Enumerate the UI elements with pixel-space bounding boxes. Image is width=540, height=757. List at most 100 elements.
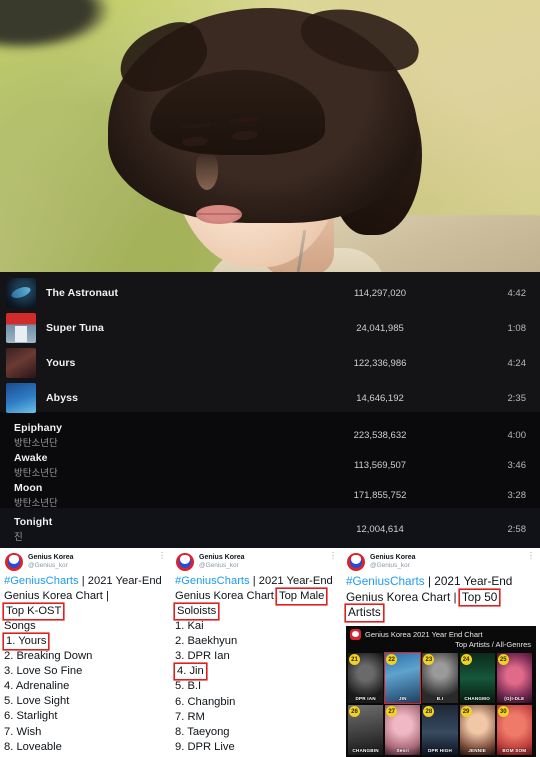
track-plays: 114,297,020 (353, 287, 407, 299)
track-title-group: Abyss (46, 392, 300, 404)
tweet-text-line2: Genius Korea Chart (175, 589, 277, 602)
track-row[interactable]: Epiphany 방탄소년단 223,538,632 4:00 (0, 420, 540, 450)
artist-grid: 21 DPR IAN 22 JIN 23 B.I 24 CHANGMO 25 (… (346, 652, 536, 757)
avatar[interactable] (347, 553, 365, 571)
list-item: 1. Yours (4, 634, 167, 649)
artist-cell[interactable]: 21 DPR IAN (348, 653, 384, 703)
track-title: Super Tuna (46, 322, 104, 334)
tweet-header: Genius Korea @Genius_kor ⋮ (0, 548, 171, 572)
tweet-text: #GeniusCharts | 2021 Year-End Genius Kor… (171, 572, 342, 757)
track-plays: 24,041,985 (356, 322, 404, 334)
highlight-top-50: Top 50 (461, 589, 498, 604)
artist-cell[interactable]: 24 CHANGMO (459, 653, 495, 703)
track-row[interactable]: Tonight 진 12,004,614 2:58 (0, 514, 540, 544)
highlight-soloists: Soloists (177, 604, 217, 617)
artist-cell[interactable]: 26 CHANGBIN (348, 705, 384, 755)
tweet-text-part1: | 2021 Year-End (249, 575, 333, 587)
tweet-card-top-male-soloists[interactable]: Genius Korea @Genius_kor ⋮ #GeniusCharts… (171, 548, 342, 757)
track-title-group: Awake 방탄소년단 (14, 452, 300, 479)
tweet-text-line2: Genius Korea Chart | (4, 589, 109, 602)
tweet-text-part1: | 2021 Year-End (78, 575, 162, 587)
track-title-group: Tonight 진 (14, 516, 300, 543)
more-options-icon[interactable]: ⋮ (158, 552, 166, 560)
track-title-group: Epiphany 방탄소년단 (14, 422, 300, 449)
account-handle: @Genius_kor (28, 562, 68, 570)
tweet-header: Genius Korea @Genius_kor ⋮ (342, 548, 540, 572)
tweet-card-top-kost[interactable]: Genius Korea @Genius_kor ⋮ #GeniusCharts… (0, 548, 171, 757)
track-row[interactable]: Abyss 14,646,192 2:35 (0, 382, 540, 414)
track-duration: 3:46 (507, 459, 527, 471)
account-name: Genius Korea (28, 554, 74, 562)
rank-badge: 30 (497, 706, 509, 717)
tweet-chart-list: 1. Kai 2. Baekhyun 3. DPR Ian 4. Jin 5. … (175, 619, 338, 757)
tweet-chart-list: 1. Yours 2. Breaking Down 3. Love So Fin… (4, 634, 167, 757)
album-art-icon (6, 278, 36, 308)
track-row[interactable]: Yours 122,336,986 4:24 (0, 347, 540, 379)
artist-name: BOM SOM (502, 748, 527, 753)
avatar[interactable] (5, 553, 23, 571)
track-plays: 113,569,507 (353, 459, 407, 471)
chart-image-header: Genius Korea 2021 Year End Chart (346, 626, 536, 640)
track-artist: 진 (14, 531, 23, 543)
list-item: 3. Love So Fine (4, 664, 83, 677)
artist-cell[interactable]: 27 Seori (385, 705, 421, 755)
artist-cell-selected[interactable]: 22 JIN (384, 652, 422, 704)
track-title: Awake (14, 451, 48, 464)
artist-cell[interactable]: 25 (G)I-DLE (496, 653, 532, 703)
track-title: Epiphany (14, 421, 63, 434)
photo-corner-shadow (0, 0, 110, 50)
tweet-row: Genius Korea @Genius_kor ⋮ #GeniusCharts… (0, 548, 540, 757)
more-options-icon[interactable]: ⋮ (527, 552, 535, 560)
rank-badge: 24 (460, 654, 472, 665)
artist-name: CHANGMO (464, 696, 490, 701)
track-plays: 171,855,752 (353, 489, 407, 501)
account-handle: @Genius_kor (370, 562, 410, 570)
track-artist: 방탄소년단 (14, 467, 58, 479)
artist-name: DPR HIGH (427, 748, 452, 753)
artist-name: JENNIE (468, 748, 487, 753)
hero-photo (0, 0, 540, 272)
account-name: Genius Korea (199, 554, 245, 562)
track-artist: 방탄소년단 (14, 497, 58, 509)
track-plays: 122,336,986 (353, 357, 407, 369)
artist-grid-row: 21 DPR IAN 22 JIN 23 B.I 24 CHANGMO 25 (… (346, 652, 536, 704)
track-row[interactable]: Moon 방탄소년단 171,855,752 3:28 (0, 480, 540, 510)
track-duration: 3:28 (507, 489, 527, 501)
chart-image-card[interactable]: Genius Korea 2021 Year End Chart Top Art… (346, 626, 536, 757)
track-artist: 방탄소년단 (14, 437, 58, 449)
list-item-label: 1. Yours (4, 634, 48, 649)
rank-badge: 21 (349, 654, 360, 665)
artist-name: B.I (436, 696, 444, 701)
rank-badge: 29 (460, 706, 472, 717)
list-item: 4. Jin (175, 664, 338, 679)
rank-badge: 25 (497, 654, 509, 665)
hashtag-link[interactable]: #GeniusCharts (4, 575, 79, 587)
list-item: 1. Kai (175, 619, 204, 632)
track-duration: 4:24 (507, 357, 527, 369)
album-art-icon (6, 383, 36, 413)
artist-cell[interactable]: 23 B.I (422, 653, 458, 703)
track-duration: 4:00 (507, 429, 527, 441)
person-lip-line (197, 213, 241, 215)
track-title-group: Super Tuna (46, 322, 300, 334)
avatar[interactable] (176, 553, 194, 571)
artist-cell[interactable]: 28 DPR HIGH (422, 705, 458, 755)
tweet-card-top-50-artists[interactable]: Genius Korea @Genius_kor ⋮ #GeniusCharts… (342, 548, 540, 757)
track-row[interactable]: The Astronaut 114,297,020 4:42 (0, 277, 540, 309)
genius-logo-icon (350, 629, 361, 640)
artist-name: JIN (398, 696, 407, 701)
track-duration: 4:42 (507, 287, 527, 299)
track-row[interactable]: Awake 방탄소년단 113,569,507 3:46 (0, 450, 540, 480)
track-row[interactable]: Super Tuna 24,041,985 1:08 (0, 312, 540, 344)
artist-cell[interactable]: 29 JENNIE (459, 705, 495, 755)
rank-badge: 26 (349, 706, 360, 717)
track-title: Moon (14, 481, 43, 494)
hashtag-link[interactable]: #GeniusCharts (346, 574, 425, 588)
list-item: 3. DPR Ian (175, 650, 230, 663)
tweet-text-line3: Songs (4, 619, 36, 632)
track-duration: 2:35 (507, 392, 527, 404)
hashtag-link[interactable]: #GeniusCharts (175, 575, 250, 587)
artist-cell[interactable]: 30 BOM SOM (496, 705, 532, 755)
more-options-icon[interactable]: ⋮ (329, 552, 337, 560)
highlight-top-male: Top Male (278, 589, 325, 602)
